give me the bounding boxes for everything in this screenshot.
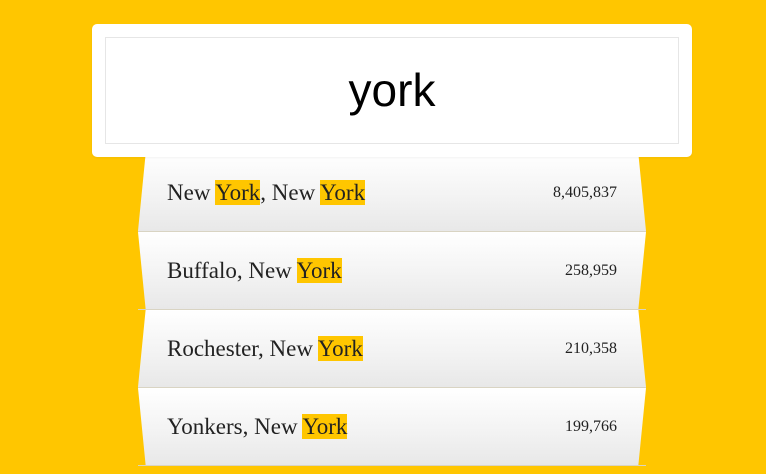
city-text: Yonkers, New — [167, 413, 303, 439]
match-highlight: York — [296, 257, 342, 283]
suggestion-city-name: Rochester, New York — [167, 335, 363, 362]
suggestion-item-new-york[interactable]: New York, New York 8,405,837 — [138, 154, 646, 232]
city-text: Rochester, New — [167, 335, 318, 361]
suggestion-population: 199,766 — [565, 417, 617, 435]
suggestion-city-name: Buffalo, New York — [167, 257, 342, 284]
city-text: Buffalo, New — [167, 257, 297, 283]
search-panel — [92, 24, 692, 157]
search-input[interactable] — [105, 37, 679, 144]
suggestion-item-rochester[interactable]: Rochester, New York 210,358 — [138, 310, 646, 388]
suggestions-list: New York, New York 8,405,837 Buffalo, Ne… — [138, 154, 646, 474]
suggestion-city-name: New York, New York — [167, 179, 366, 206]
city-text: New — [167, 179, 216, 205]
suggestion-city-name: Yonkers, New York — [167, 413, 348, 440]
suggestion-population: 210,358 — [565, 339, 617, 357]
suggestion-item-buffalo[interactable]: Buffalo, New York 258,959 — [138, 232, 646, 310]
match-highlight: York — [302, 413, 348, 439]
state-text: , New — [260, 179, 321, 205]
match-highlight: York — [320, 179, 366, 205]
match-highlight: York — [317, 335, 363, 361]
suggestion-population: 8,405,837 — [553, 183, 617, 201]
match-highlight: York — [215, 179, 261, 205]
suggestion-population: 258,959 — [565, 261, 617, 279]
suggestion-item-yonkers[interactable]: Yonkers, New York 199,766 — [138, 388, 646, 466]
